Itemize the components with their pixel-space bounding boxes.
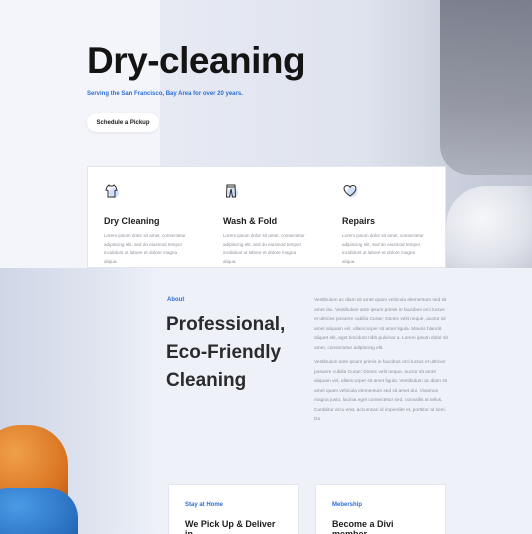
service-dry-cleaning[interactable]: Dry Cleaning Lorem ipsum dolor sit amet,… [88, 167, 207, 267]
service-description: Lorem ipsum dolor sit amet, consectetur … [223, 233, 305, 264]
about-label: About [167, 297, 185, 303]
services-panel: Dry Cleaning Lorem ipsum dolor sit amet,… [87, 166, 446, 268]
card-label: Mebership [332, 502, 363, 508]
service-description: Lorem ipsum dolor sit amet, consectetur … [342, 233, 424, 264]
about-heading-line: Eco-Friendly [166, 342, 282, 363]
service-title: Repairs [342, 216, 376, 226]
card-label: Stay at Home [185, 502, 224, 508]
pants-icon [225, 184, 238, 198]
service-title: Dry Cleaning [104, 216, 160, 226]
about-paragraph: Vestibulum ante ipsum primis in faucibus… [314, 360, 448, 422]
about-heading-line: Cleaning [166, 370, 247, 391]
card-title: Become a Divi member [332, 519, 394, 534]
about-heading-line: Professional, [166, 314, 286, 335]
membership-card[interactable]: Mebership Become a Divi member [315, 484, 446, 534]
page-title: Dry-cleaning [87, 40, 306, 81]
card-title: We Pick Up & Deliver in [185, 519, 276, 534]
hero-figure-image [440, 0, 532, 175]
about-paragraph: Vestibulum ac diam sit amet quam vehicul… [314, 298, 448, 351]
stay-at-home-card[interactable]: Stay at Home We Pick Up & Deliver in [168, 484, 299, 534]
service-repairs[interactable]: Repairs Lorem ipsum dolor sit amet, cons… [326, 167, 445, 267]
hero-cloth-image [446, 186, 532, 268]
service-title: Wash & Fold [223, 216, 278, 226]
blue-garment-image [0, 488, 78, 534]
shirt-icon [105, 184, 119, 198]
service-description: Lorem ipsum dolor sit amet, consectetur … [104, 233, 186, 264]
about-heading: Professional, Eco-Friendly Cleaning [166, 311, 285, 395]
heart-icon [343, 184, 357, 197]
about-body: Vestibulum ac diam sit amet quam vehicul… [314, 296, 448, 425]
schedule-pickup-button[interactable]: Schedule a Pickup [87, 113, 159, 132]
service-wash-fold[interactable]: Wash & Fold Lorem ipsum dolor sit amet, … [207, 167, 326, 267]
hero-subtitle: Serving the San Francisco, Bay Area for … [87, 91, 243, 97]
